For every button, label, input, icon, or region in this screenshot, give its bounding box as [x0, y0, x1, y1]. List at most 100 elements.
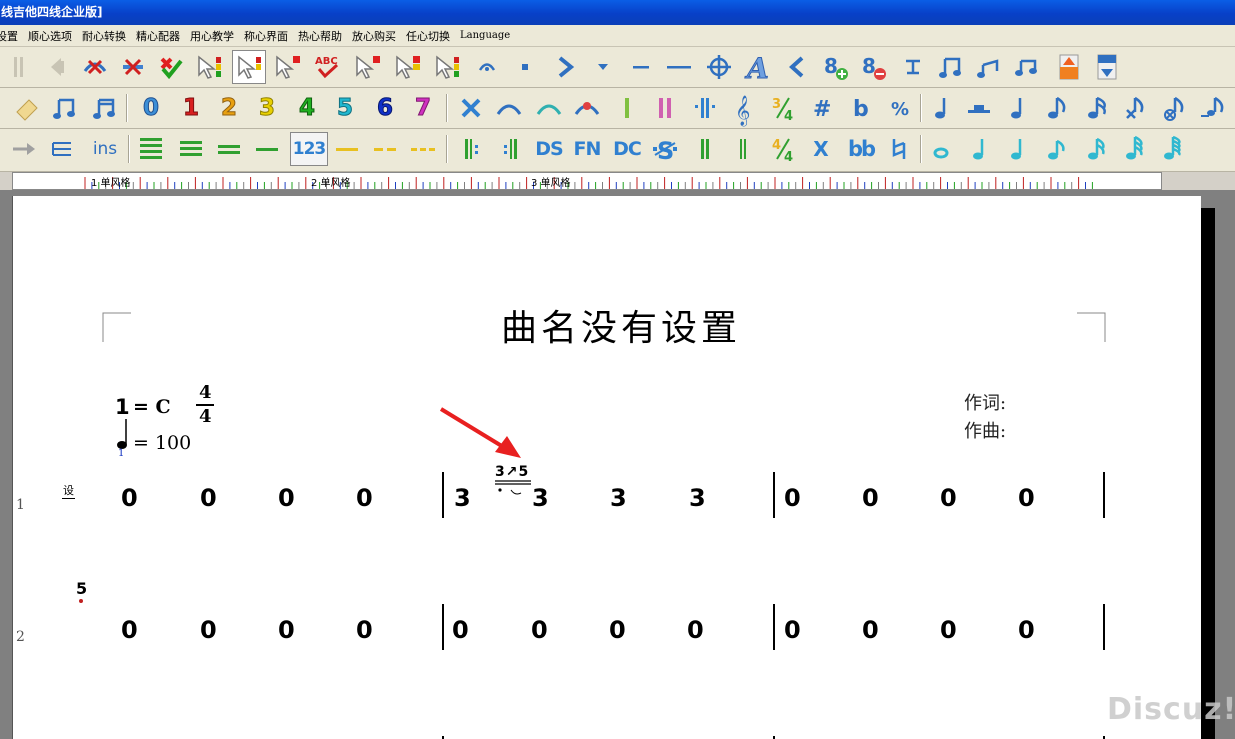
- note[interactable]: 3: [454, 486, 471, 510]
- note[interactable]: 0: [531, 618, 548, 642]
- indent-arrow-icon[interactable]: [6, 132, 40, 166]
- note[interactable]: 0: [200, 486, 217, 510]
- long-dash-yellow-icon[interactable]: [330, 132, 364, 166]
- two-lines-icon[interactable]: [212, 132, 246, 166]
- note[interactable]: 0: [278, 486, 295, 510]
- quarter-note-icon[interactable]: [924, 91, 958, 125]
- barline[interactable]: [1103, 604, 1105, 650]
- digit-4-button[interactable]: 4: [290, 91, 324, 125]
- key-signature[interactable]: = C: [133, 396, 171, 418]
- menu-settings[interactable]: 设置: [0, 28, 18, 44]
- insert-mode-button[interactable]: ins: [86, 132, 124, 166]
- digit-6-button[interactable]: 6: [368, 91, 402, 125]
- menu-help[interactable]: 热心帮助: [298, 28, 342, 44]
- pointer-yellow-icon[interactable]: [390, 50, 424, 84]
- note[interactable]: 3: [689, 486, 706, 510]
- segno-icon[interactable]: S: [648, 132, 682, 166]
- menu-options[interactable]: 顺心选项: [28, 28, 72, 44]
- note[interactable]: 0: [452, 618, 469, 642]
- composer-label[interactable]: 作曲:: [964, 417, 1006, 443]
- barline[interactable]: [442, 472, 444, 518]
- back-arrow-icon[interactable]: [40, 50, 74, 84]
- menu-convert[interactable]: 耐心转换: [82, 28, 126, 44]
- note[interactable]: 0: [862, 486, 879, 510]
- note[interactable]: 3: [610, 486, 627, 510]
- text-tool-icon[interactable]: A: [742, 50, 776, 86]
- digit-1-button[interactable]: 1: [174, 91, 208, 125]
- note[interactable]: 0: [609, 618, 626, 642]
- dot-icon[interactable]: [508, 50, 542, 84]
- note[interactable]: 0: [356, 486, 373, 510]
- sixteenth-note-icon[interactable]: [1080, 91, 1114, 125]
- lyricist-label[interactable]: 作词:: [964, 389, 1006, 415]
- barline[interactable]: [773, 604, 775, 650]
- menu-switch[interactable]: 任心切换: [406, 28, 450, 44]
- slur-delete-icon[interactable]: [570, 91, 604, 125]
- beam-note-icon[interactable]: [972, 50, 1006, 84]
- rest-dash-icon[interactable]: [962, 91, 996, 125]
- long-dash-icon[interactable]: [662, 50, 696, 84]
- three-lines-icon[interactable]: [174, 132, 208, 166]
- pointer-traffic-2-icon[interactable]: [430, 50, 464, 84]
- cyan-quarter-2-icon[interactable]: [1000, 132, 1034, 166]
- time-signature-icon[interactable]: 34: [766, 91, 800, 125]
- pointer-select-icon[interactable]: [232, 50, 266, 84]
- barline[interactable]: [773, 472, 775, 518]
- repeat-start-icon[interactable]: [454, 132, 488, 166]
- one-line-icon[interactable]: [250, 132, 284, 166]
- delete-tie-icon[interactable]: [78, 50, 112, 84]
- pointer-red-icon[interactable]: [270, 50, 304, 84]
- digit-0-button[interactable]: 0: [134, 91, 168, 125]
- add-segno-icon[interactable]: 8: [818, 50, 852, 84]
- song-title[interactable]: 曲名没有设置: [491, 299, 751, 351]
- pointer-red-2-icon[interactable]: [350, 50, 384, 84]
- note-with-grace[interactable]: 3: [532, 486, 549, 510]
- note[interactable]: 0: [121, 618, 138, 642]
- time-signature-2-icon[interactable]: 44: [766, 132, 800, 166]
- note[interactable]: 0: [784, 618, 801, 642]
- cyan-eighth-icon[interactable]: [1040, 132, 1074, 166]
- note[interactable]: 0: [1018, 618, 1035, 642]
- fn-button[interactable]: FN: [570, 132, 604, 166]
- dash-dash-dash-icon[interactable]: [406, 132, 440, 166]
- note[interactable]: 0: [940, 486, 957, 510]
- quarter-note-2-icon[interactable]: [1000, 91, 1034, 125]
- beamed-notes-icon[interactable]: [86, 91, 120, 125]
- number-mode-button[interactable]: 123: [290, 132, 328, 166]
- pointer-traffic-icon[interactable]: [192, 50, 226, 84]
- grip-icon[interactable]: [2, 50, 36, 84]
- delete-note-icon[interactable]: [454, 91, 488, 125]
- repeat-end-icon[interactable]: [494, 132, 528, 166]
- note[interactable]: 0: [356, 618, 373, 642]
- whole-note-icon[interactable]: [924, 132, 958, 166]
- digit-3-button[interactable]: 3: [250, 91, 284, 125]
- down-triangle-icon[interactable]: [586, 50, 620, 84]
- ghost-note-circle-icon[interactable]: [1156, 91, 1190, 125]
- tie-icon[interactable]: [532, 91, 566, 125]
- repeat-measure-icon[interactable]: %: [882, 91, 916, 125]
- grace-note-icon[interactable]: [1194, 91, 1228, 125]
- import-down-icon[interactable]: [1090, 50, 1124, 84]
- eighth-note-icon[interactable]: [1040, 91, 1074, 125]
- double-sharp-button[interactable]: X: [804, 132, 838, 166]
- ghost-note-icon[interactable]: [1118, 91, 1152, 125]
- dc-button[interactable]: DC: [610, 132, 644, 166]
- repeat-bar-icon[interactable]: [688, 91, 722, 125]
- barline[interactable]: [1103, 472, 1105, 518]
- delete-bar-icon[interactable]: [116, 50, 150, 84]
- note[interactable]: 0: [862, 618, 879, 642]
- note[interactable]: 0: [687, 618, 704, 642]
- note[interactable]: 0: [784, 486, 801, 510]
- export-up-icon[interactable]: [1052, 50, 1086, 84]
- dash-dash-icon[interactable]: [368, 132, 402, 166]
- cyan-sixteenth-icon[interactable]: [1080, 132, 1114, 166]
- four-lines-icon[interactable]: [134, 132, 168, 166]
- decrescendo-icon[interactable]: [780, 50, 814, 84]
- sharp-icon[interactable]: #: [804, 91, 838, 125]
- menu-teach[interactable]: 用心教学: [190, 28, 234, 44]
- small-note[interactable]: 5: [76, 579, 87, 598]
- tempo-value[interactable]: = 100: [133, 432, 191, 454]
- double-bar-icon[interactable]: [648, 91, 682, 125]
- note[interactable]: 0: [278, 618, 295, 642]
- flat-icon[interactable]: b: [842, 91, 876, 125]
